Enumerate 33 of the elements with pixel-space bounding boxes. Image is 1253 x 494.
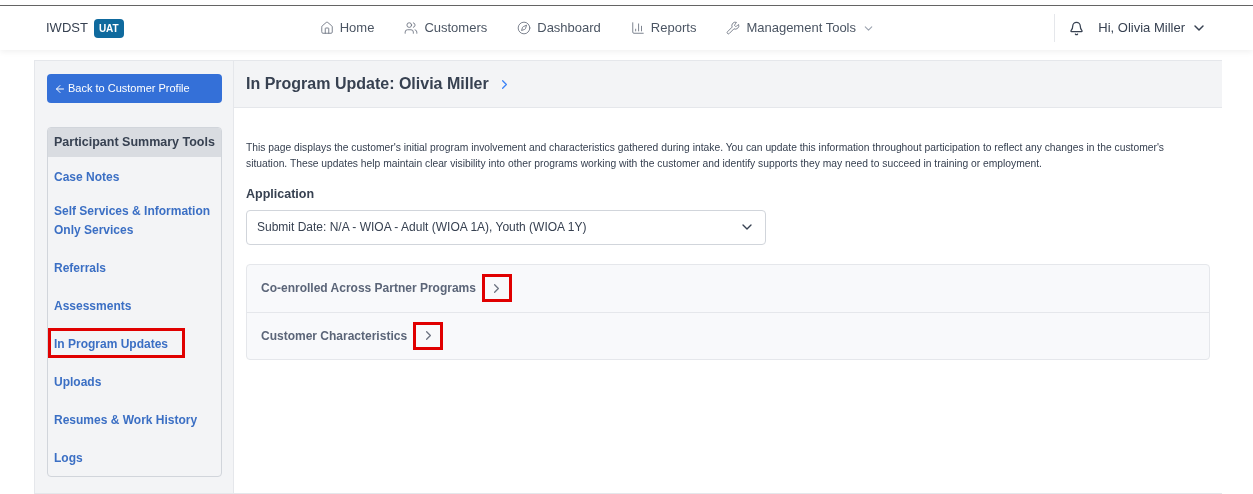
arrow-left-icon (54, 82, 66, 95)
page-title: In Program Update: Olivia Miller (246, 74, 489, 94)
page-description: This page displays the customer's initial program involvement and characteristics gathered during intake. You can update this information throughout participation to reflect any changes in the customer's situation. These updates help maintain clear visibility into other programs working with the customer and identify supports they may need to succeed in training or employment. (246, 141, 1165, 171)
accordion-header[interactable]: Co-enrolled Across Partner Programs (247, 264, 1209, 312)
section-title: Customer Characteristics (261, 327, 408, 345)
application-select[interactable]: Submit Date: N/A - WIOA - Adult (WIOA 1A), Youth (WIOA 1Y) (246, 209, 766, 245)
sidebar-link[interactable]: Logs (54, 448, 83, 468)
wrench-icon (726, 21, 741, 35)
sidebar-title: Participant Summary Tools (48, 128, 221, 157)
section-title: Co-enrolled Across Partner Programs (261, 280, 476, 298)
environment-badge: UAT (93, 18, 124, 38)
nav-link[interactable]: Reports (630, 18, 697, 38)
application-label: Application (246, 186, 316, 203)
users-icon (404, 21, 419, 35)
brand-name: IWDST (46, 19, 88, 38)
compass-icon (517, 21, 532, 35)
sidebar-link[interactable]: Self Services & Information Only Services (54, 201, 215, 240)
home-icon (319, 21, 334, 35)
sidebar-link[interactable]: Referrals (54, 258, 107, 278)
sidebar-link[interactable]: In Program Updates (54, 334, 169, 354)
user-menu-button[interactable]: Hi, Olivia Miller (1098, 18, 1207, 38)
sidebar-link[interactable]: Case Notes (54, 167, 120, 187)
sidebar-link[interactable]: Assessments (54, 296, 132, 316)
sidebar-link[interactable]: Resumes & Work History (54, 410, 198, 430)
bar-chart-icon (630, 21, 645, 35)
sidebar-link[interactable]: Uploads (54, 372, 102, 392)
nav-link[interactable]: Home (319, 18, 375, 38)
nav-link[interactable]: Dashboard (517, 18, 601, 38)
nav-link[interactable]: Management Tools (726, 18, 875, 38)
accordion-header[interactable]: Customer Characteristics (247, 311, 1209, 359)
nav-link[interactable]: Customers (404, 18, 488, 38)
notification-bell-icon[interactable] (1069, 20, 1085, 36)
back-to-profile-button[interactable]: Back to Customer Profile (47, 74, 222, 103)
